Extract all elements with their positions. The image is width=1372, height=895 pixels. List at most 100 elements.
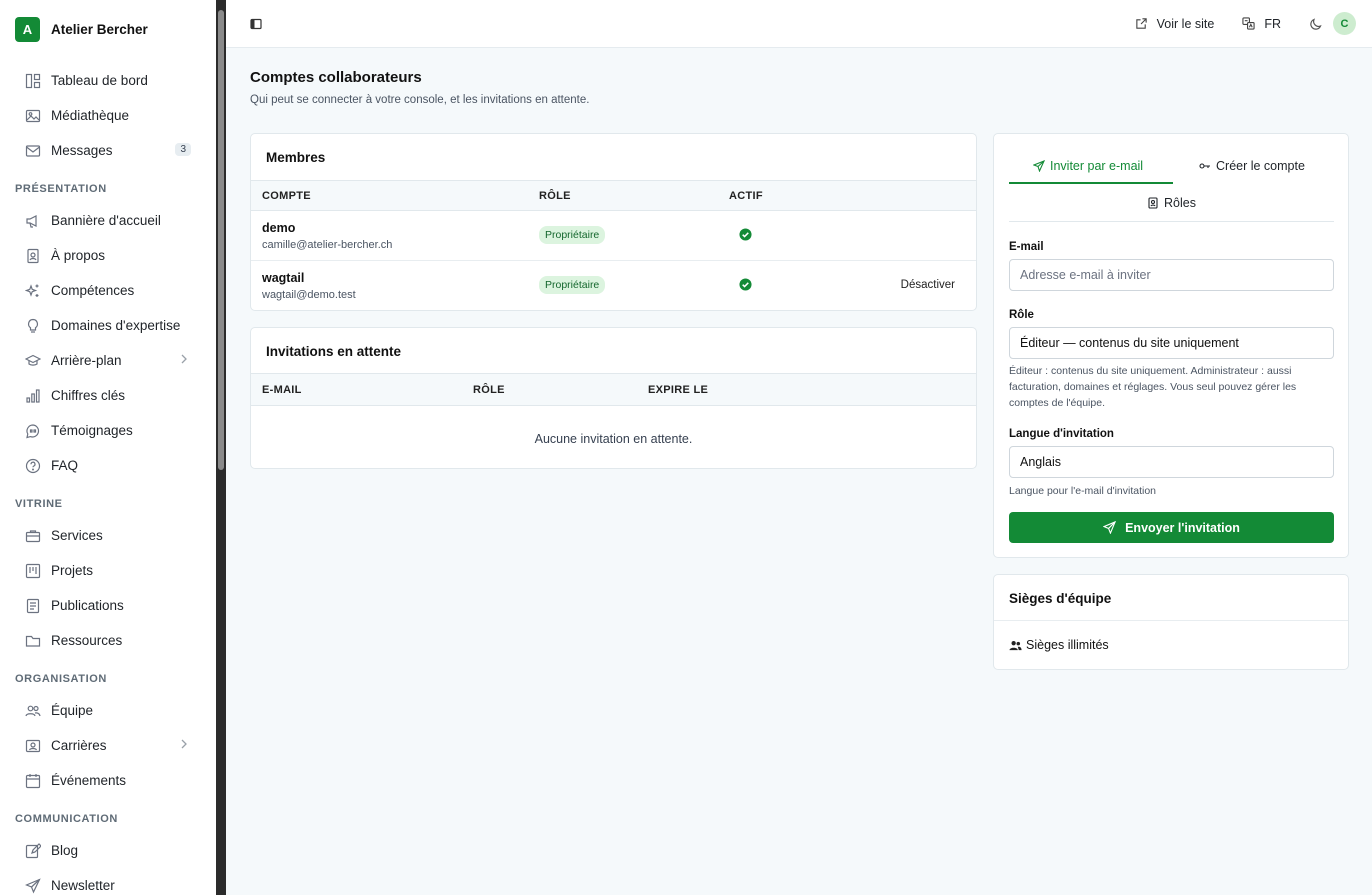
brand[interactable]: A Atelier Bercher [15, 17, 148, 42]
sidebar-item-projects[interactable]: Projets [0, 553, 216, 588]
email-field[interactable] [1009, 259, 1334, 291]
dashboard-icon [25, 73, 41, 89]
column-account: COMPTE [262, 190, 311, 202]
sidebar-item-messages[interactable]: Messages 3 [0, 133, 216, 168]
sidebar-item-label: Ressources [51, 633, 123, 648]
sidebar-item-banner[interactable]: Bannière d'accueil [0, 203, 216, 238]
mail-icon [25, 143, 41, 159]
avatar[interactable]: C [1333, 12, 1356, 35]
sidebar-item-dashboard[interactable]: Tableau de bord [0, 63, 216, 98]
topbar: Voir le site FR C [226, 0, 1372, 48]
view-site-label: Voir le site [1156, 16, 1215, 31]
account-name: demo [262, 221, 296, 235]
sidebar-item-label: Blog [51, 843, 79, 858]
send-icon [25, 877, 41, 894]
role-badge: Propriétaire [539, 276, 606, 294]
topbar-actions: Voir le site FR C [1135, 12, 1356, 35]
nav-section-showcase: VITRINE [15, 498, 63, 510]
invitations-title: Invitations en attente [266, 344, 402, 359]
external-link-icon [1135, 18, 1147, 29]
page-title: Comptes collaborateurs [250, 69, 422, 86]
members-card: Membres COMPTE RÔLE ACTIF demo camille@a… [250, 133, 977, 311]
tabs-divider [1009, 221, 1334, 222]
sidebar-scrollbar[interactable] [216, 0, 226, 895]
sidebar-item-label: Chiffres clés [51, 388, 126, 403]
column-role: RÔLE [473, 384, 505, 396]
check-circle-icon [739, 228, 752, 241]
view-site-link[interactable]: Voir le site [1135, 16, 1215, 31]
sidebar-item-label: Projets [51, 563, 94, 578]
sidebar-item-team[interactable]: Équipe [0, 693, 216, 728]
members-title: Membres [266, 150, 326, 165]
briefcase-icon [25, 528, 41, 544]
sidebar: A Atelier Bercher Tableau de bord Médiat… [0, 0, 216, 895]
theme-toggle-icon[interactable] [1309, 17, 1323, 31]
sidebar-item-label: Newsletter [51, 878, 115, 893]
language-switcher[interactable]: FR [1242, 17, 1281, 31]
sidebar-item-expertise[interactable]: Domaines d'expertise [0, 308, 216, 343]
sidebar-toggle-icon[interactable] [250, 17, 262, 30]
team-seats-card: Sièges d'équipe Sièges illimités [993, 574, 1349, 670]
active-tab-indicator [1009, 182, 1173, 184]
sidebar-item-label: Événements [51, 773, 127, 788]
sidebar-item-background[interactable]: Arrière-plan [0, 343, 216, 378]
sidebar-item-blog[interactable]: Blog [0, 833, 216, 868]
seats-value: Sièges illimités [1026, 638, 1109, 652]
send-invitation-label: Envoyer l'invitation [1125, 520, 1240, 535]
scrollbar-thumb[interactable] [218, 10, 224, 470]
role-select[interactable]: Éditeur — contenus du site uniquement [1009, 327, 1334, 359]
sidebar-item-newsletter[interactable]: Newsletter [0, 868, 216, 895]
brand-name: Atelier Bercher [51, 22, 148, 37]
seats-divider [994, 620, 1348, 621]
sidebar-item-label: Arrière-plan [51, 353, 122, 368]
sidebar-item-media[interactable]: Médiathèque [0, 98, 216, 133]
id-badge-icon [25, 738, 41, 754]
pencil-square-icon [25, 842, 41, 859]
image-icon [25, 108, 41, 124]
sidebar-item-events[interactable]: Événements [0, 763, 216, 798]
invitations-card: Invitations en attente E-MAIL RÔLE EXPIR… [250, 327, 977, 469]
table-row: wagtail wagtail@demo.test Propriétaire D… [251, 261, 976, 310]
role-label: Rôle [1009, 309, 1034, 321]
column-role: RÔLE [539, 190, 571, 202]
send-invitation-button[interactable]: Envoyer l'invitation [1009, 512, 1334, 543]
tab-roles[interactable]: Rôles [1147, 196, 1196, 210]
send-icon [1033, 160, 1045, 172]
sidebar-item-publications[interactable]: Publications [0, 588, 216, 623]
table-row: demo camille@atelier-bercher.ch Propriét… [251, 211, 976, 261]
sidebar-item-testimonials[interactable]: Témoignages [0, 413, 216, 448]
invitation-language-select[interactable]: Anglais [1009, 446, 1334, 478]
account-name: wagtail [262, 271, 305, 285]
sidebar-item-label: Carrières [51, 738, 107, 753]
nav-section-presentation: PRÉSENTATION [15, 183, 107, 195]
sidebar-item-label: Médiathèque [51, 108, 130, 123]
tab-invite-email[interactable]: Inviter par e-mail [1033, 159, 1143, 173]
sidebar-item-about[interactable]: À propos [0, 238, 216, 273]
sidebar-item-faq[interactable]: FAQ [0, 448, 216, 483]
invitation-language-label: Langue d'invitation [1009, 428, 1114, 440]
sidebar-item-label: Services [51, 528, 103, 543]
sidebar-item-label: Publications [51, 598, 124, 613]
page-subtitle: Qui peut se connecter à votre console, e… [250, 94, 590, 106]
sidebar-item-services[interactable]: Services [0, 518, 216, 553]
column-expires: EXPIRE LE [648, 384, 709, 396]
sidebar-item-label: Bannière d'accueil [51, 213, 161, 228]
deactivate-button[interactable]: Désactiver [901, 279, 955, 291]
invitations-table-header: E-MAIL RÔLE EXPIRE LE [251, 373, 976, 406]
nav-section-communication: COMMUNICATION [15, 813, 118, 825]
send-icon [1103, 521, 1117, 534]
graduation-cap-icon [25, 353, 41, 369]
megaphone-icon [25, 213, 41, 229]
calendar-icon [25, 773, 41, 789]
sidebar-item-careers[interactable]: Carrières [0, 728, 216, 763]
members-table-header: COMPTE RÔLE ACTIF [251, 180, 976, 211]
sidebar-item-skills[interactable]: Compétences [0, 273, 216, 308]
lightbulb-icon [25, 318, 41, 334]
language-label: FR [1264, 16, 1281, 31]
kanban-icon [25, 563, 41, 579]
sidebar-item-figures[interactable]: Chiffres clés [0, 378, 216, 413]
sidebar-item-resources[interactable]: Ressources [0, 623, 216, 658]
tab-create-account[interactable]: Créer le compte [1199, 159, 1305, 173]
users-icon [25, 703, 41, 719]
help-circle-icon [25, 458, 41, 474]
